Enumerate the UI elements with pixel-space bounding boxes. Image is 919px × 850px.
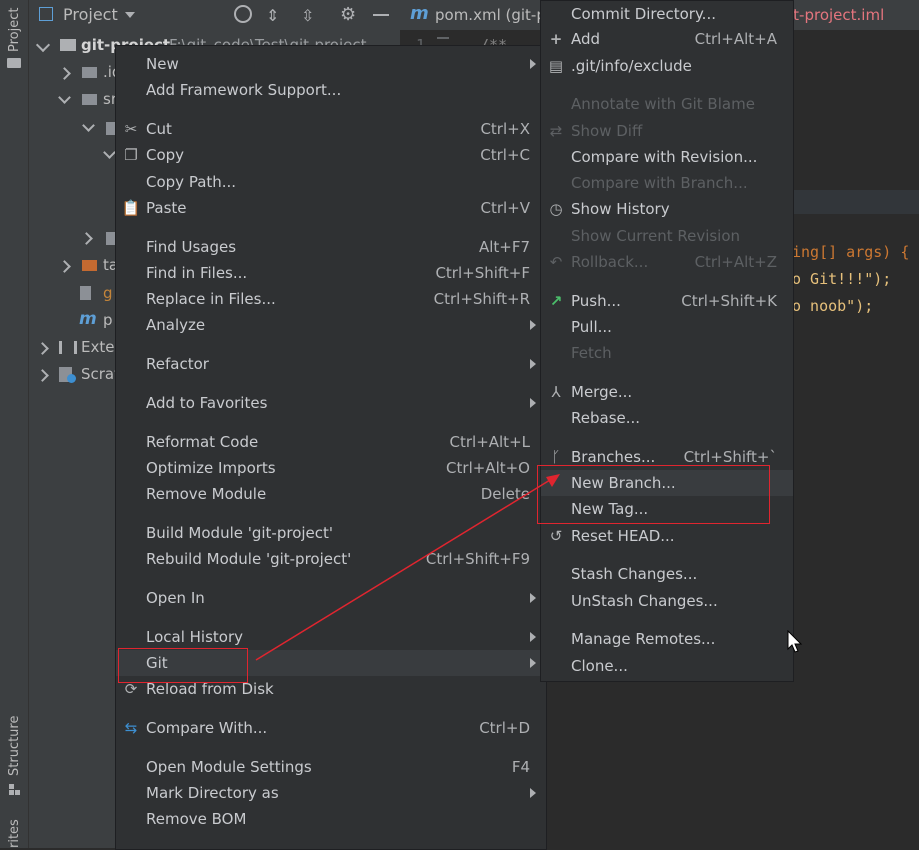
- mouse-cursor-icon: [787, 630, 803, 653]
- annotation-arrow: [255, 474, 560, 661]
- arrow-line: [255, 479, 551, 661]
